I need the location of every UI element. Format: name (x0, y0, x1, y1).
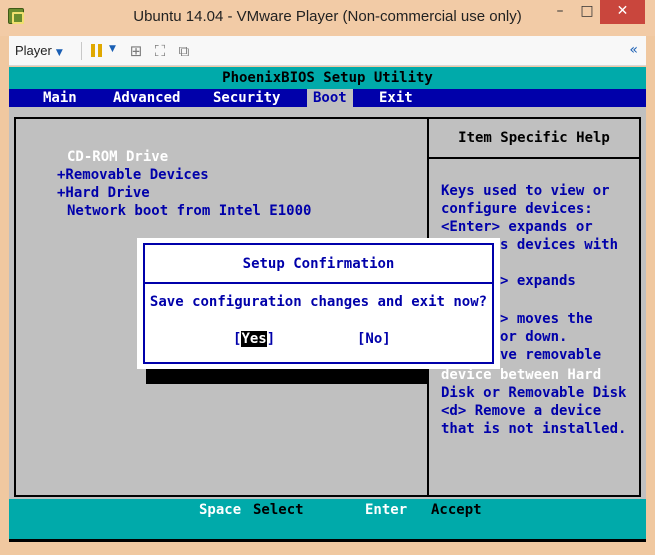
network-devices-icon[interactable]: ⊞ (127, 42, 145, 60)
vmware-window: Ubuntu 14.04 - VMware Player (Non-commer… (0, 0, 655, 555)
help-line: <d> Remove a device (441, 403, 602, 419)
help-line: that is not installed. (441, 421, 627, 437)
guest-screen[interactable]: PhoenixBIOS Setup Utility Main Advanced … (9, 67, 646, 542)
boot-item-cdrom[interactable]: CD-ROM Drive (67, 148, 168, 166)
boot-item-removable[interactable]: +Removable Devices (57, 166, 209, 184)
dialog-separator (143, 282, 494, 284)
toolbar-separator (81, 42, 82, 60)
chevron-down-icon: ▼ (55, 48, 63, 58)
screen-bottom-strip (9, 539, 646, 542)
footer-key-enter: Enter (365, 502, 408, 518)
dialog-title: Setup Confirmation (242, 256, 395, 272)
collapse-toolbar-icon[interactable]: « (629, 42, 638, 58)
bios-menu-advanced[interactable]: Advanced (107, 89, 186, 107)
pause-chevron-down-icon[interactable]: ▼ (109, 44, 116, 54)
bios-menu-exit[interactable]: Exit (373, 89, 419, 107)
maximize-button[interactable]: □ (575, 0, 599, 24)
no-button[interactable]: [No] (357, 331, 391, 347)
bios-menu-boot[interactable]: Boot (307, 89, 353, 107)
fullscreen-icon[interactable]: ⛶ (151, 42, 169, 60)
bios-menu-bar: Main Advanced Security Boot Exit (9, 89, 646, 107)
footer-action-accept: Accept (431, 502, 482, 518)
player-menu-button[interactable]: Player ▼ (15, 43, 63, 58)
yes-button[interactable]: [Yes] (233, 331, 275, 347)
setup-confirmation-dialog: Setup Confirmation Save configuration ch… (137, 238, 500, 369)
close-button[interactable]: ✕ (600, 0, 645, 24)
footer-key-space: Space (199, 502, 242, 518)
minimize-button[interactable]: – (548, 0, 572, 24)
bios-key-footer: Space Select Enter Accept (9, 499, 646, 539)
yes-label: Yes (241, 331, 267, 347)
boot-item-hard-drive[interactable]: +Hard Drive (57, 184, 150, 202)
pause-icon[interactable] (91, 44, 103, 57)
bios-menu-security[interactable]: Security (207, 89, 286, 107)
player-toolbar: Player ▼ ▼ ⊞ ⛶ ⧉ « (9, 36, 646, 66)
help-line: <Enter> expands or (441, 219, 593, 235)
dialog-message: Save configuration changes and exit now? (149, 294, 488, 310)
player-menu-label: Player (15, 43, 52, 58)
unity-mode-icon[interactable]: ⧉ (175, 42, 193, 60)
help-line: configure devices: (441, 201, 593, 217)
yes-bracket-close: ] (266, 331, 276, 347)
help-line: Disk or Removable Disk (441, 385, 627, 401)
footer-action-select: Select (253, 502, 304, 518)
bios-menu-main[interactable]: Main (37, 89, 83, 107)
boot-item-network[interactable]: Network boot from Intel E1000 (67, 202, 311, 220)
bios-title: PhoenixBIOS Setup Utility (9, 67, 646, 89)
help-panel-title: Item Specific Help (429, 119, 639, 159)
help-line: Keys used to view or (441, 183, 610, 199)
title-bar: Ubuntu 14.04 - VMware Player (Non-commer… (0, 0, 655, 36)
